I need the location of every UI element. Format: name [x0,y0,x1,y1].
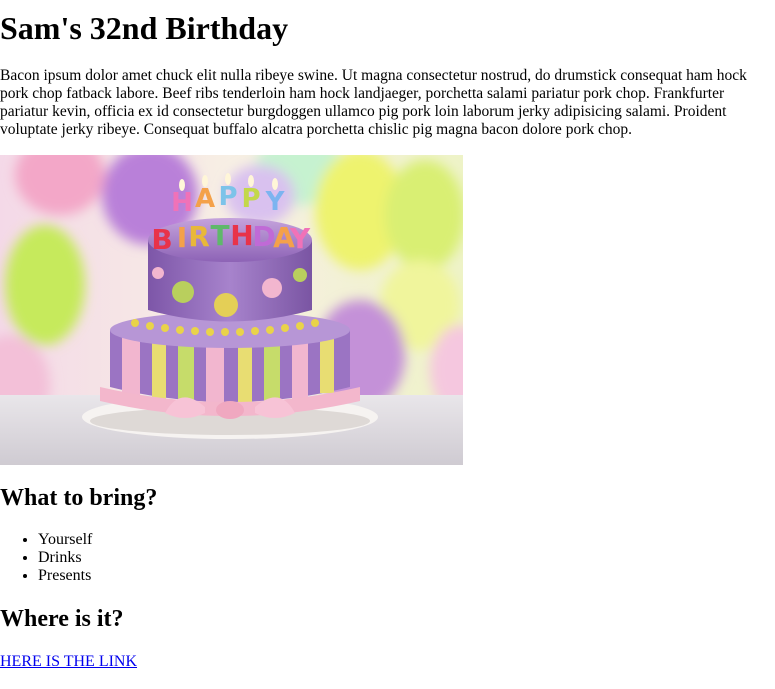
list-item: Drinks [38,549,92,567]
where-is-it-heading: Where is it? [0,606,124,632]
svg-text:Y: Y [265,187,286,217]
svg-text:P: P [218,182,237,212]
svg-text:T: T [210,219,229,252]
list-item: Presents [38,567,92,585]
list-item: Yourself [38,531,92,549]
svg-text:D: D [252,220,275,253]
birthday-cake-image: H A P P Y B I R T H D A Y [0,155,463,465]
svg-text:P: P [241,184,260,214]
bring-list: Yourself Drinks Presents [0,531,92,585]
svg-text:B: B [151,223,172,256]
svg-text:Y: Y [289,222,311,255]
svg-text:R: R [188,220,210,253]
what-to-bring-heading: What to bring? [0,485,158,511]
location-link[interactable]: HERE IS THE LINK [0,653,137,671]
svg-text:H: H [230,219,253,252]
page-title: Sam's 32nd Birthday [0,10,289,46]
svg-text:A: A [195,184,215,214]
intro-paragraph: Bacon ipsum dolor amet chuck elit nulla … [0,67,747,138]
svg-text:H: H [171,188,193,218]
svg-text:I: I [177,221,187,254]
